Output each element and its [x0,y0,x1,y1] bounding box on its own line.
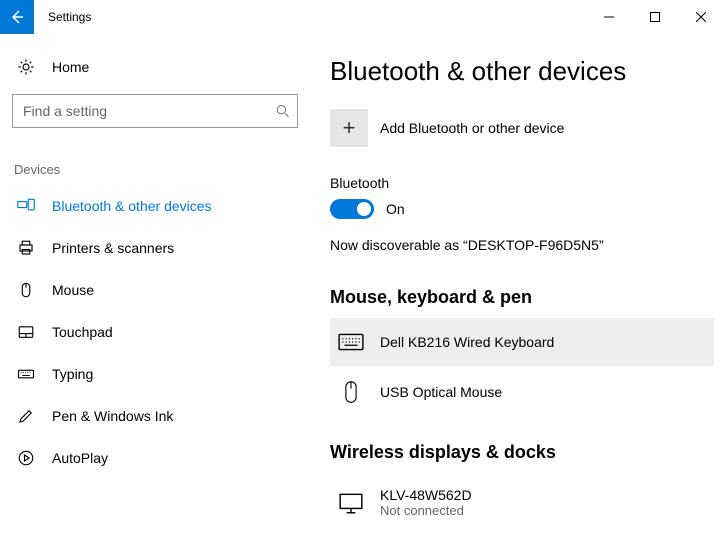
device-name: KLV-48W562D [380,487,472,503]
sidebar-item-label: Mouse [52,282,94,298]
sidebar-item-touchpad[interactable]: Touchpad [12,311,298,353]
autoplay-icon [16,449,36,467]
search-icon [276,104,289,118]
wireless-heading: Wireless displays & docks [330,442,714,463]
device-row[interactable]: USB Optical Mouse [330,366,714,418]
home-label: Home [52,59,89,75]
add-device-label: Add Bluetooth or other device [380,120,564,136]
keyboard-icon [338,332,364,352]
window-title: Settings [34,10,91,24]
sidebar-item-label: Touchpad [52,324,113,340]
sidebar-item-printers[interactable]: Printers & scanners [12,227,298,269]
sidebar-item-typing[interactable]: Typing [12,353,298,395]
minimize-button[interactable] [586,0,632,34]
arrow-left-icon [9,9,25,25]
home-button[interactable]: Home [12,52,298,94]
gear-icon [16,58,36,76]
page-title: Bluetooth & other devices [330,56,714,87]
discoverable-text: Now discoverable as “DESKTOP-F96D5N5” [330,237,714,253]
keyboard-icon [16,365,36,383]
mouse-icon [16,281,36,299]
bluetooth-label: Bluetooth [330,175,714,191]
monitor-icon [338,492,364,514]
close-button[interactable] [678,0,724,34]
mouse-keyboard-heading: Mouse, keyboard & pen [330,287,714,308]
pen-icon [16,407,36,425]
maximize-button[interactable] [632,0,678,34]
device-row[interactable]: Dell KB216 Wired Keyboard [330,318,714,366]
back-button[interactable] [0,0,34,34]
sidebar-item-label: AutoPlay [52,450,108,466]
device-status: Not connected [380,503,472,518]
search-input[interactable] [12,94,298,128]
device-name: Dell KB216 Wired Keyboard [380,334,554,350]
sidebar-item-autoplay[interactable]: AutoPlay [12,437,298,479]
device-row[interactable]: KLV-48W562D Not connected [330,473,714,532]
sidebar-item-label: Printers & scanners [52,240,174,256]
bluetooth-toggle[interactable] [330,199,374,219]
touchpad-icon [16,323,36,341]
sidebar-item-bluetooth[interactable]: Bluetooth & other devices [12,185,298,227]
sidebar-item-label: Pen & Windows Ink [52,408,173,424]
sidebar-item-mouse[interactable]: Mouse [12,269,298,311]
plus-icon: + [330,109,368,147]
mouse-icon [338,380,364,404]
device-name: USB Optical Mouse [380,384,502,400]
sidebar-item-label: Bluetooth & other devices [52,198,212,214]
main-content: Bluetooth & other devices + Add Bluetoot… [310,34,724,550]
toggle-state-label: On [386,201,405,217]
minimize-icon [604,12,614,22]
printer-icon [16,239,36,257]
sidebar-item-pen[interactable]: Pen & Windows Ink [12,395,298,437]
sidebar-item-label: Typing [52,366,93,382]
category-label: Devices [14,162,298,177]
sidebar: Home Devices Bluetooth & other devices P… [0,34,310,550]
maximize-icon [650,12,660,22]
search-field[interactable] [21,102,276,120]
close-icon [696,12,706,22]
add-device-button[interactable]: + Add Bluetooth or other device [330,109,714,147]
bluetooth-devices-icon [16,197,36,215]
